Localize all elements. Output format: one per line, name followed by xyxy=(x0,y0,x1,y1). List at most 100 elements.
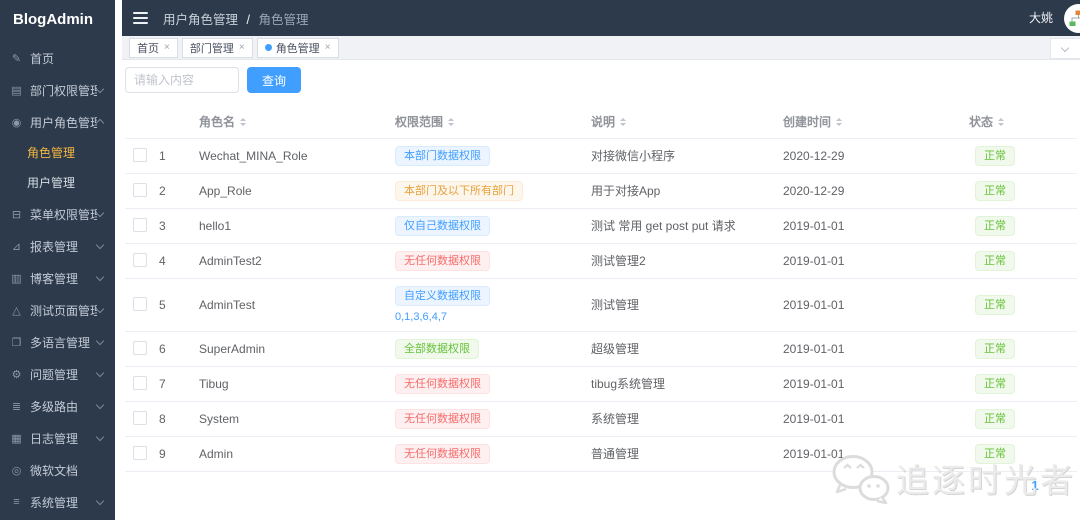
tabs-dropdown-button[interactable] xyxy=(1050,38,1080,59)
table-row: 5 AdminTest 自定义数据权限 0,1,3,6,4,7 测试管理 2019-01-… xyxy=(125,278,1077,332)
sidebar-item-blog[interactable]: ▥ 博客管理 xyxy=(0,262,115,294)
search-input[interactable] xyxy=(125,67,239,93)
sidebar-item-ms-docs[interactable]: ◎ 微软文档 xyxy=(0,454,115,486)
table-row: 4 AdminTest2 无任何数据权限 测试管理2 2019-01-01 正常 xyxy=(125,243,1077,279)
role-name: SuperAdmin xyxy=(199,331,395,367)
blog-icon: ▥ xyxy=(11,272,22,285)
active-tab-dot-icon xyxy=(264,44,272,51)
chevron-down-icon xyxy=(95,272,105,282)
row-checkbox[interactable] xyxy=(133,217,147,232)
table-row: 7 Tibug 无任何数据权限 tibug系统管理 2019-01-01 正常 xyxy=(125,366,1077,402)
tab-label: 角色管理 xyxy=(275,42,320,55)
sidebar-item-label: 多语言管理 xyxy=(30,335,91,350)
department-icon: ▤ xyxy=(11,84,22,97)
sidebar-item-label: 博客管理 xyxy=(30,271,79,286)
route-icon: ≣ xyxy=(11,400,22,413)
created-time: 2019-01-01 xyxy=(783,436,969,472)
sidebar-item-multi-language[interactable]: ❐ 多语言管理 xyxy=(0,326,115,358)
role-name: AdminTest xyxy=(199,278,395,332)
sidebar-item-label: 报表管理 xyxy=(30,239,79,254)
scope-tag: 全部数据权限 xyxy=(395,339,479,359)
tabs: 首页 × 部门管理 × 角色管理 × xyxy=(125,37,339,58)
sidebar-item-home[interactable]: ✎ 首页 xyxy=(0,42,115,74)
row-checkbox[interactable] xyxy=(133,182,147,197)
avatar[interactable] xyxy=(1064,4,1080,33)
roles-table: 角色名 权限范围 说明 创建时间 状态 1 Wechat_MINA_Role 本部门数据权限… xyxy=(125,103,1077,472)
row-checkbox[interactable] xyxy=(133,147,147,162)
sidebar-item-label: 系统管理 xyxy=(30,495,79,510)
sidebar: BlogAdmin ✎ 首页 ▤ 部门权限管理 ◉ 用户角色管理 角色管理 用户管理 ⊟ 菜单权限… xyxy=(0,0,115,520)
sort-caret-icon[interactable] xyxy=(836,117,843,126)
scope-tag: 本部门及以下所有部门 xyxy=(395,181,523,201)
sidebar-item-user-role[interactable]: ◉ 用户角色管理 xyxy=(0,106,115,138)
sort-caret-icon[interactable] xyxy=(240,117,247,126)
row-index: 3 xyxy=(155,208,199,244)
row-checkbox[interactable] xyxy=(133,445,147,460)
breadcrumb-parent[interactable]: 用户角色管理 xyxy=(163,13,238,27)
tab-label: 部门管理 xyxy=(189,42,234,55)
sort-caret-icon[interactable] xyxy=(998,117,1005,126)
chevron-down-icon xyxy=(1060,43,1070,52)
sidebar-subitem-role-manage[interactable]: 角色管理 xyxy=(0,138,115,168)
search-row: 查询 xyxy=(125,67,1080,93)
row-checkbox[interactable] xyxy=(133,410,147,425)
sidebar-item-system[interactable]: ≡ 系统管理 xyxy=(0,486,115,518)
column-header-4[interactable]: 状态 xyxy=(969,103,1077,139)
chevron-down-icon xyxy=(95,336,105,346)
close-icon[interactable]: × xyxy=(239,42,245,53)
row-index: 8 xyxy=(155,401,199,437)
tab-role-manage[interactable]: 角色管理 × xyxy=(256,37,339,58)
row-checkbox[interactable] xyxy=(133,296,147,311)
tab-dept-manage[interactable]: 部门管理 × xyxy=(181,37,253,58)
language-icon: ❐ xyxy=(11,336,22,349)
row-checkbox[interactable] xyxy=(133,252,147,267)
sidebar-item-dept-permission[interactable]: ▤ 部门权限管理 xyxy=(0,74,115,106)
system-icon: ≡ xyxy=(13,496,20,508)
sidebar-item-log[interactable]: ▦ 日志管理 xyxy=(0,422,115,454)
row-checkbox[interactable] xyxy=(133,340,147,355)
sidebar-item-label: 问题管理 xyxy=(30,367,79,382)
next-page-icon[interactable]: › xyxy=(1048,478,1064,493)
role-name: AdminTest2 xyxy=(199,243,395,279)
org-chart-icon xyxy=(1069,10,1080,26)
username-label[interactable]: 大姚 xyxy=(1029,0,1053,36)
status-tag: 正常 xyxy=(975,374,1015,394)
row-index: 7 xyxy=(155,366,199,402)
role-description: 测试管理2 xyxy=(591,243,783,279)
chevron-down-icon xyxy=(95,240,105,250)
close-icon[interactable]: × xyxy=(164,42,170,53)
sidebar-item-test-page[interactable]: △ 测试页面管理 xyxy=(0,294,115,326)
sort-caret-icon[interactable] xyxy=(620,117,627,126)
scope-custom-ids[interactable]: 0,1,3,6,4,7 xyxy=(395,310,591,324)
page-number[interactable]: 1 xyxy=(1022,478,1047,493)
docs-icon: ◎ xyxy=(11,464,22,477)
row-index: 4 xyxy=(155,243,199,279)
sidebar-item-report[interactable]: ⊿ 报表管理 xyxy=(0,230,115,262)
row-checkbox[interactable] xyxy=(133,375,147,390)
sidebar-item-menu-permission[interactable]: ⊟ 菜单权限管理 xyxy=(0,198,115,230)
role-description: 测试 常用 get post put 请求 xyxy=(591,208,783,244)
table-body: 1 Wechat_MINA_Role 本部门数据权限 对接微信小程序 2020-12-2… xyxy=(125,138,1077,472)
sidebar-subitem-user-manage[interactable]: 用户管理 xyxy=(0,168,115,198)
column-header-2[interactable]: 说明 xyxy=(591,103,783,139)
tags-view-bar: 首页 × 部门管理 × 角色管理 × xyxy=(122,36,1080,60)
tab-home[interactable]: 首页 × xyxy=(129,37,178,58)
close-icon[interactable]: × xyxy=(325,42,331,53)
query-button[interactable]: 查询 xyxy=(247,67,302,93)
role-description: tibug系统管理 xyxy=(591,366,783,402)
sidebar-item-label: 部门权限管理 xyxy=(30,83,97,98)
sidebar-item-question[interactable]: ⚙ 问题管理 xyxy=(0,358,115,390)
breadcrumb-separator: / xyxy=(246,12,250,27)
header-index-cell xyxy=(155,103,199,139)
column-header-3[interactable]: 创建时间 xyxy=(783,103,969,139)
role-name: Admin xyxy=(199,436,395,472)
role-name: Wechat_MINA_Role xyxy=(199,138,395,174)
scope-tag: 仅自己数据权限 xyxy=(395,216,490,236)
chevron-down-icon xyxy=(95,400,105,410)
column-header-0[interactable]: 角色名 xyxy=(199,103,395,139)
sort-caret-icon[interactable] xyxy=(448,117,455,126)
prev-page-icon[interactable]: ‹ xyxy=(1006,478,1022,493)
column-header-1[interactable]: 权限范围 xyxy=(395,103,591,139)
sidebar-item-multi-level-route[interactable]: ≣ 多级路由 xyxy=(0,390,115,422)
hamburger-icon[interactable] xyxy=(133,9,148,27)
